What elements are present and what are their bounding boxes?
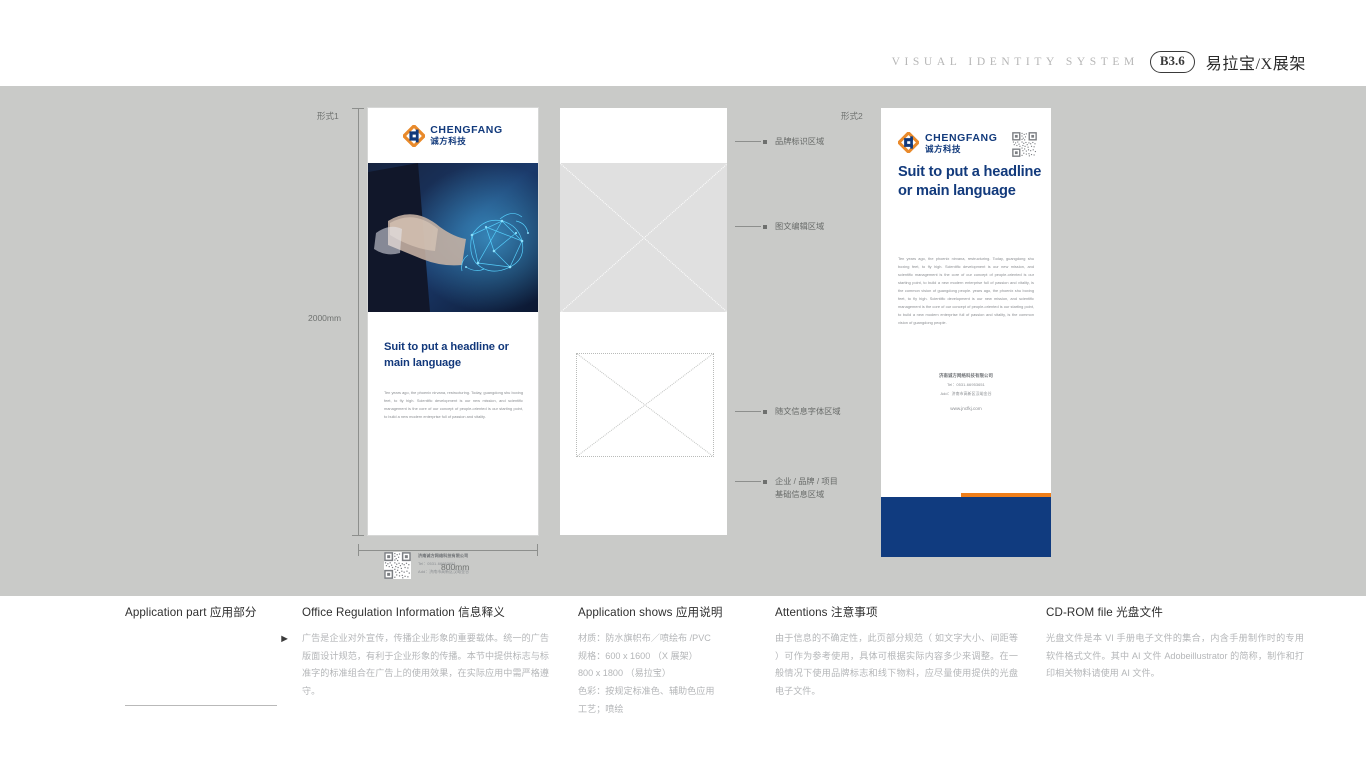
layout-wireframe	[560, 108, 727, 535]
footer-col-body: 光盘文件是本 VI 手册电子文件的集合，内含手册制作时的专用软件格式文件。其中 …	[1046, 633, 1304, 679]
banner2-tel: Tel：0531-66953651	[947, 382, 985, 387]
brand-name-cn: 诚方科技	[925, 143, 962, 154]
footer-col-title: Application part 应用部分	[125, 606, 257, 619]
banner1-tel: Tel：0531-66953651	[418, 561, 456, 567]
brand-logo-text: CHENGFANG 诚方科技	[925, 133, 998, 154]
callout-label: 品牌标识区域	[775, 137, 825, 146]
callout-leader-line	[735, 141, 761, 142]
wireframe-text-zone	[560, 312, 727, 535]
callout-bullet-icon	[763, 479, 767, 484]
header-title-group: VISUAL IDENTITY SYSTEM B3.6 易拉宝/X展架	[892, 50, 1306, 74]
banner2-contact-block: 济南诚方网络科技有限公司 Tel：0531-66953651 Add：济南市高新…	[881, 373, 1051, 411]
footer-col-title: Attentions 注意事项	[775, 606, 878, 619]
wireframe-inner-cross	[577, 354, 713, 456]
banner-form1[interactable]: CHENGFANG 诚方科技 Suit to put a headline or…	[368, 108, 538, 579]
banner1-body-text: Ten years ago, the phoenix nirvana, rest…	[384, 390, 523, 419]
footer-col-application-shows: Application shows 应用说明 材质：防水旗帜布／喷绘布 /PVC…	[578, 604, 753, 719]
brand-name-en: CHENGFANG	[925, 131, 998, 144]
section-code-badge: B3.6	[1149, 51, 1195, 73]
brand-logo: CHENGFANG 诚方科技	[896, 130, 998, 155]
height-guide-tick-top	[352, 108, 364, 109]
height-measure-label: 2000mm	[308, 313, 342, 323]
vis-system-title: VISUAL IDENTITY SYSTEM	[891, 56, 1139, 68]
banner2-address: Add：济南市高新区汉峪金谷	[940, 391, 992, 396]
callout-body-text-zone: 随文信息字体区域	[735, 406, 841, 419]
callout-label: 随文信息字体区域	[775, 407, 841, 416]
callout-leader-line	[735, 481, 761, 482]
banner1-contact-block: 济南诚方网络科技有限公司 Tel：0531-66953651 Add：济南市高新…	[384, 552, 469, 579]
banner-form2[interactable]: CHENGFANG 诚方科技 Suit to put a headline or…	[881, 108, 1051, 557]
footer-col-title: CD-ROM file 光盘文件	[1046, 606, 1163, 619]
wireframe-inner-box	[576, 353, 714, 457]
callout-bullet-icon	[763, 139, 767, 144]
footer-col-title: Application shows 应用说明	[578, 606, 723, 619]
footer-divider	[125, 705, 277, 706]
wireframe-image-cross	[560, 163, 727, 312]
page-title: 易拉宝/X展架	[1205, 56, 1306, 73]
callout-bullet-icon	[763, 224, 767, 229]
footer-col-title: Office Regulation Information 信息释义	[302, 606, 505, 619]
brand-logo-text: CHENGFANG 诚方科技	[430, 125, 503, 146]
footer-col-office-regulation: Office Regulation Information 信息释义 广告是企业…	[302, 604, 549, 701]
page-footer: Application part 应用部分 ► Office Regulatio…	[0, 596, 1366, 768]
play-arrow-icon[interactable]: ►	[125, 633, 290, 645]
handshake-tech-photo	[368, 163, 538, 312]
banner2-headline: Suit to put a headline or main language	[898, 164, 1042, 199]
banner2-header-row: CHENGFANG 诚方科技	[896, 130, 1037, 162]
footer-col-body: 广告是企业对外宣传，传播企业形象的重要载体。统一的广告版面设计规范，有利于企业形…	[302, 633, 549, 697]
wireframe-logo-zone	[560, 108, 727, 163]
banner2-company-name: 济南诚方网络科技有限公司	[939, 373, 993, 378]
artwork-stage: 形式1 形式2 2000mm 800mm CHENGFANG 诚方科技 Suit…	[0, 86, 1366, 596]
banner1-logo-area: CHENGFANG 诚方科技	[368, 108, 538, 163]
height-guide-line	[358, 108, 359, 535]
qr-code-icon	[1012, 132, 1037, 162]
banner2-website: www.jncfkj.com	[950, 406, 982, 411]
footer-col-body: 材质：防水旗帜布／喷绘布 /PVC 规格：600 x 1600 （X 展架） 8…	[578, 633, 715, 714]
callout-label: 企业 / 品牌 / 项目 基础信息区域	[775, 477, 838, 499]
width-guide-line	[358, 550, 538, 551]
page-header: VISUAL IDENTITY SYSTEM B3.6 易拉宝/X展架	[0, 0, 1366, 86]
banner2-content-area: CHENGFANG 诚方科技 Suit to put a headline or…	[881, 108, 1051, 493]
banner2-body-text: Ten years ago, the phoenix nirvana, rest…	[898, 256, 1034, 325]
qr-code-icon	[384, 552, 411, 579]
footer-col-attentions: Attentions 注意事项 由于信息的不确定性，此页部分规范（ 如文字大小、…	[775, 604, 1018, 701]
callout-leader-line	[735, 411, 761, 412]
footer-col-application-part: Application part 应用部分 ►	[125, 604, 290, 706]
banner1-text-area: Suit to put a headline or main language …	[368, 312, 538, 579]
callout-brand-zone: 品牌标识区域	[735, 136, 824, 149]
brand-name-cn: 诚方科技	[430, 136, 467, 147]
banner1-company-name: 济南诚方网络科技有限公司	[418, 553, 469, 558]
form2-label: 形式2	[841, 111, 863, 121]
form1-label: 形式1	[317, 111, 339, 121]
callout-label: 图文编辑区域	[775, 222, 825, 231]
banner1-contact-lines: 济南诚方网络科技有限公司 Tel：0531-66953651 Add：济南市高新…	[418, 552, 469, 575]
callout-base-info-zone: 企业 / 品牌 / 项目 基础信息区域	[735, 476, 838, 501]
callout-leader-line	[735, 226, 761, 227]
banner1-address: Add：济南市高新区汉峪金谷	[418, 569, 470, 575]
footer-col-body: 由于信息的不确定性，此页部分规范（ 如文字大小、间距等 ）可作为参考使用，具体可…	[775, 633, 1018, 697]
vi-manual-page: VISUAL IDENTITY SYSTEM B3.6 易拉宝/X展架 形式1 …	[0, 0, 1366, 768]
width-guide-tick-left	[358, 544, 359, 556]
chengfang-diamond-logo-icon	[401, 123, 427, 148]
banner2-navy-footer-block	[881, 497, 1051, 557]
height-guide-tick-bottom	[352, 535, 364, 536]
banner1-headline: Suit to put a headline or main language	[384, 341, 509, 369]
callout-image-zone: 图文编辑区域	[735, 221, 824, 234]
callout-bullet-icon	[763, 409, 767, 414]
chengfang-diamond-logo-icon	[896, 130, 921, 155]
footer-col-cdrom-file: CD-ROM file 光盘文件 光盘文件是本 VI 手册电子文件的集合，内含手…	[1046, 604, 1304, 683]
width-guide-tick-right	[537, 544, 538, 556]
brand-logo: CHENGFANG 诚方科技	[401, 123, 503, 148]
brand-name-en: CHENGFANG	[430, 124, 503, 137]
banner1-hero-image	[368, 163, 538, 312]
wireframe-image-zone	[560, 163, 727, 312]
